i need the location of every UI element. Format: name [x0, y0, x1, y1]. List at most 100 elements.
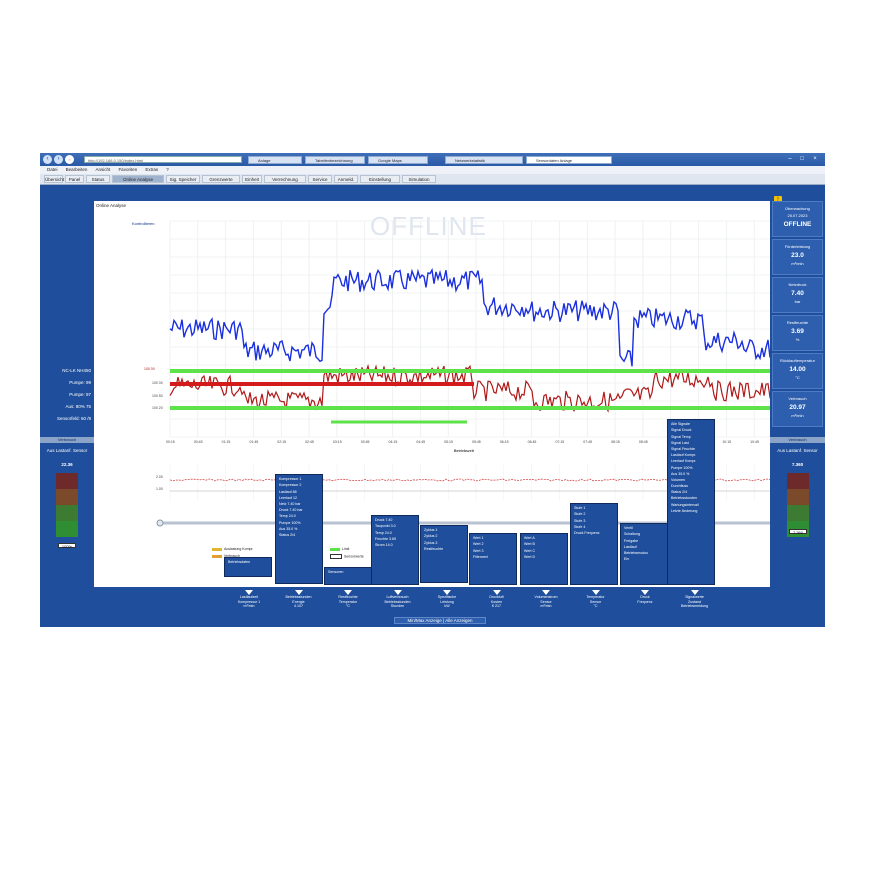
bottom-metric[interactable]: Signalwerte Zustand Betriebsmeldung [673, 590, 717, 624]
tile-title: Restfeuchte [786, 320, 809, 325]
left-reading: Aus: 80% 75 [65, 404, 91, 409]
value-popup[interactable]: Betriebsdaten [224, 557, 272, 577]
popup-line: Druck 7.40 [375, 518, 393, 523]
value-popup[interactable]: Wert A Wert B Wert C Wert D [520, 533, 568, 585]
popup-line: Signal Feuchte [671, 446, 695, 451]
bottom-metric[interactable]: Volumenstrom Sensor m³/min [524, 590, 568, 624]
tab-status[interactable]: Status [86, 175, 110, 183]
browser-tab[interactable]: Anlage [248, 156, 302, 164]
right-gauge-marker[interactable]: 7.360 [789, 529, 807, 535]
tab-simulation[interactable]: Simulation [402, 175, 436, 183]
x-tick: 04:45 [416, 440, 426, 444]
metric-tile[interactable]: Förderleistung 23.0 m³/min [772, 239, 823, 275]
bottom-metric[interactable]: Temperatur Sensor °C [574, 590, 618, 624]
x-tick: 10:45 [750, 440, 759, 444]
menu-item[interactable]: Favoriten [118, 166, 137, 174]
value-popup[interactable]: Kompressor 1 Kompressor 2 Lastlauf 88 Leerl… [275, 474, 323, 584]
left-reading: Pumpe: 97 [69, 392, 91, 397]
bottom-metric[interactable]: Betriebsstunden Energie 4.107 [277, 590, 321, 624]
value-popup[interactable]: Zyklus 1 Zyklus 2 Zyklus 3 Restfeuchte [420, 525, 468, 583]
right-panel: Überwachung 25.07.2023 OFFLINE Förderlei… [770, 201, 825, 627]
tab-uebersicht[interactable]: Übersicht [44, 175, 64, 183]
menu-item[interactable]: ? [166, 166, 169, 174]
bottom-metric[interactable]: Restfeuchte Temperatur °C [326, 590, 370, 624]
x-tick: 02:45 [305, 440, 314, 444]
favicon-icon: ⌂ [65, 155, 74, 164]
close-icon[interactable]: × [810, 155, 820, 163]
x-tick: 01:45 [249, 440, 259, 444]
maximize-icon[interactable]: □ [797, 155, 807, 163]
left-gauge-header: Verbrauch [40, 437, 94, 443]
minimize-icon[interactable]: – [785, 155, 795, 163]
left-tick: 100 00 [152, 381, 163, 385]
popup-line: Status 2/4 [671, 490, 688, 495]
left-gauge-value: 22.36 [61, 462, 73, 467]
popup-line: Wert A [524, 536, 535, 541]
bottom-metric-value: m³/min [243, 604, 255, 609]
x-tick: 00:15 [166, 440, 175, 444]
popup-line: Druck Frequenz [574, 530, 600, 535]
tab-panel[interactable]: Panel [65, 175, 84, 183]
browser-tab-active[interactable]: Sensordaten Anlage [526, 156, 612, 164]
tab-service[interactable]: Service [308, 175, 332, 183]
legend-swatch [212, 554, 222, 558]
tile-date: 25.07.2023 [787, 213, 808, 218]
popup-line: Stufe 2 [574, 512, 586, 517]
browser-window: ‹ › ⌂ http://192.168.0.150/index.html An… [40, 153, 825, 627]
popup-line: Leerlauf Kompr. [671, 459, 697, 464]
left-panel: NC-LK NH450 Pumpe: 99 Pumpe: 97 Aus: 80%… [40, 201, 94, 627]
tab-online-analyse[interactable]: Online Analyse [112, 175, 164, 183]
status-tile[interactable]: Überwachung 25.07.2023 OFFLINE [772, 201, 823, 237]
tab-einstellung[interactable]: Einstellung [360, 175, 400, 183]
forward-icon[interactable]: › [54, 155, 63, 164]
tab-sig-speicher[interactable]: Sig. Speicher [166, 175, 200, 183]
left-tick: 100 00 [144, 367, 155, 371]
tab-grenzwerte[interactable]: Grenzwerte [202, 175, 240, 183]
metric-tile[interactable]: Rücklauftemperatur 14.00 °C [772, 353, 823, 389]
lower-tick: 2.00 [156, 475, 163, 479]
metric-tile[interactable]: Verbrauch 20.97 m³/min [772, 391, 823, 427]
value-popup[interactable]: Wert 1 Wert 2 Wert 3 Filterwert [469, 533, 517, 585]
bottom-metric-value: Stunden [390, 604, 405, 609]
tab-verrechnung[interactable]: Verrechnung [264, 175, 306, 183]
x-tick: 07:45 [583, 440, 593, 444]
value-popup[interactable]: Ventil Schaltung Freigabe Lastlauf Betriebsm… [620, 523, 668, 585]
tile-title: Netzdruck [788, 282, 807, 287]
back-icon[interactable]: ‹ [43, 155, 52, 164]
metric-tile[interactable]: Netzdruck 7.40 bar [772, 277, 823, 313]
tab-einheit[interactable]: Einheit [242, 175, 262, 183]
value-popup[interactable]: Druck 7.40 Taupunkt 3.0 Temp 24.0 Feuchte 3… [371, 515, 419, 585]
menu-item[interactable]: Bearbeiten [66, 166, 88, 174]
tab-anmeld[interactable]: Anmeld. [334, 175, 358, 183]
value-popup[interactable]: Sensoren [324, 567, 372, 585]
popup-line: Wert C [524, 548, 536, 553]
legend-item-3[interactable]: Limit [330, 547, 349, 551]
right-gauge-header: Verbrauch [770, 437, 825, 443]
value-popup[interactable]: Stufe 1 Stufe 2 Stufe 3 Stufe 4 Druck Freque… [570, 503, 618, 585]
min-max-toggle[interactable]: Min/Max Anzeige | Alle Anzeigen [394, 617, 486, 624]
value-popup[interactable]: Alle Signale Signal Druck Signal Temp Signa… [667, 419, 715, 585]
bottom-metric[interactable]: Lastlaufzeit Kompressor 1 m³/min [227, 590, 271, 624]
slider-handle-left [156, 519, 164, 527]
popup-line: Betriebsdaten [228, 560, 251, 565]
tile-value: OFFLINE [783, 221, 812, 228]
bottom-metric-value: m³/min [540, 604, 552, 609]
address-bar[interactable]: http://192.168.0.150/index.html [84, 156, 242, 163]
menu-item[interactable]: Ansicht [96, 166, 111, 174]
browser-tab[interactable]: Netzwerkstatistik [445, 156, 523, 164]
menu-item[interactable]: Datei [47, 166, 58, 174]
popup-line: Stufe 1 [574, 506, 586, 511]
browser-tab[interactable]: Tabellenbezeichnung [305, 156, 365, 164]
left-gauge-marker[interactable]: 100% [58, 543, 76, 549]
popup-line: Aus 35.0 % [671, 471, 690, 476]
menu-item[interactable]: Extras [145, 166, 158, 174]
bottom-metric-value: € 217 [492, 604, 501, 609]
legend-item-1[interactable]: Auslastung Kompr. [212, 547, 253, 551]
popup-line: Wert D [524, 554, 536, 559]
legend-item-4[interactable]: Sensorwerte [330, 554, 364, 559]
x-tick: 04:15 [388, 440, 398, 444]
bottom-metric[interactable]: Druck Frequenz [623, 590, 667, 624]
popup-line: Wert B [524, 542, 535, 547]
metric-tile[interactable]: Restfeuchte 3.69 % [772, 315, 823, 351]
browser-tab[interactable]: Google Maps [368, 156, 428, 164]
